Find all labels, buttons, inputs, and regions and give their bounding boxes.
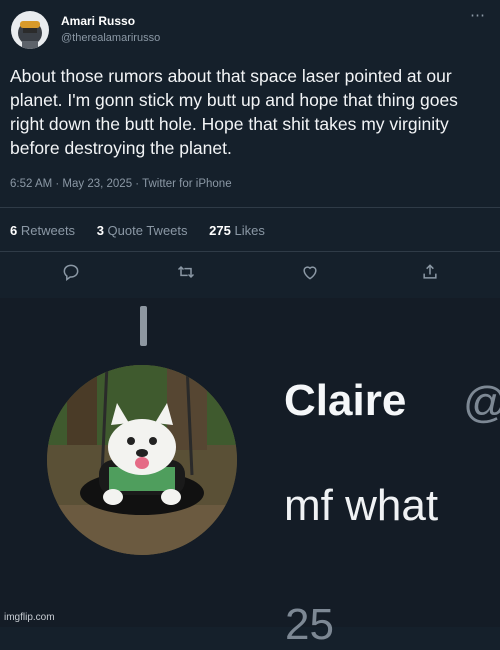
likes-stat[interactable]: 275 Likes	[209, 223, 265, 238]
more-options-icon[interactable]: ⋯	[470, 6, 486, 24]
meme-screenshot: Claire @ mf what 25	[0, 298, 500, 649]
divider	[0, 251, 500, 252]
likes-count: 275	[209, 223, 231, 238]
meme-name: Claire	[284, 376, 407, 425]
author-handle[interactable]: @therealamarirusso	[61, 32, 160, 44]
tweet-text: About those rumors about that space lase…	[10, 66, 458, 158]
divider	[0, 207, 500, 208]
thread-line	[140, 306, 147, 346]
quote-tweets-count: 3	[96, 223, 104, 238]
meme-reply-count: 25	[285, 600, 334, 649]
imgflip-watermark: imgflip.com	[4, 612, 55, 623]
tweet-stats: 6 Retweets 3 Quote Tweets 275 Likes	[10, 223, 283, 238]
tweet-timestamp[interactable]: 6:52 AM · May 23, 2025 · Twitter for iPh…	[10, 178, 232, 190]
retweet-icon[interactable]	[176, 262, 202, 288]
meme-reply-text: mf what	[284, 481, 439, 530]
tweet-actions	[0, 262, 500, 288]
quote-tweets-stat[interactable]: 3 Quote Tweets	[97, 223, 188, 238]
reply-icon[interactable]	[61, 262, 87, 288]
retweets-label: Retweets	[20, 223, 76, 238]
author-avatar[interactable]	[11, 11, 49, 49]
author-name[interactable]: Amari Russo	[61, 14, 135, 28]
retweets-stat[interactable]: 6 Retweets	[10, 223, 75, 238]
quote-tweets-label: Quote Tweets	[107, 223, 188, 238]
tweet-card: Amari Russo @therealamarirusso ⋯ About t…	[0, 0, 500, 298]
retweets-count: 6	[10, 223, 18, 238]
like-icon[interactable]	[300, 262, 326, 288]
share-icon[interactable]	[420, 262, 446, 288]
dog-photo	[47, 365, 237, 555]
likes-label: Likes	[234, 223, 265, 238]
meme-handle-fragment: @	[463, 378, 500, 428]
